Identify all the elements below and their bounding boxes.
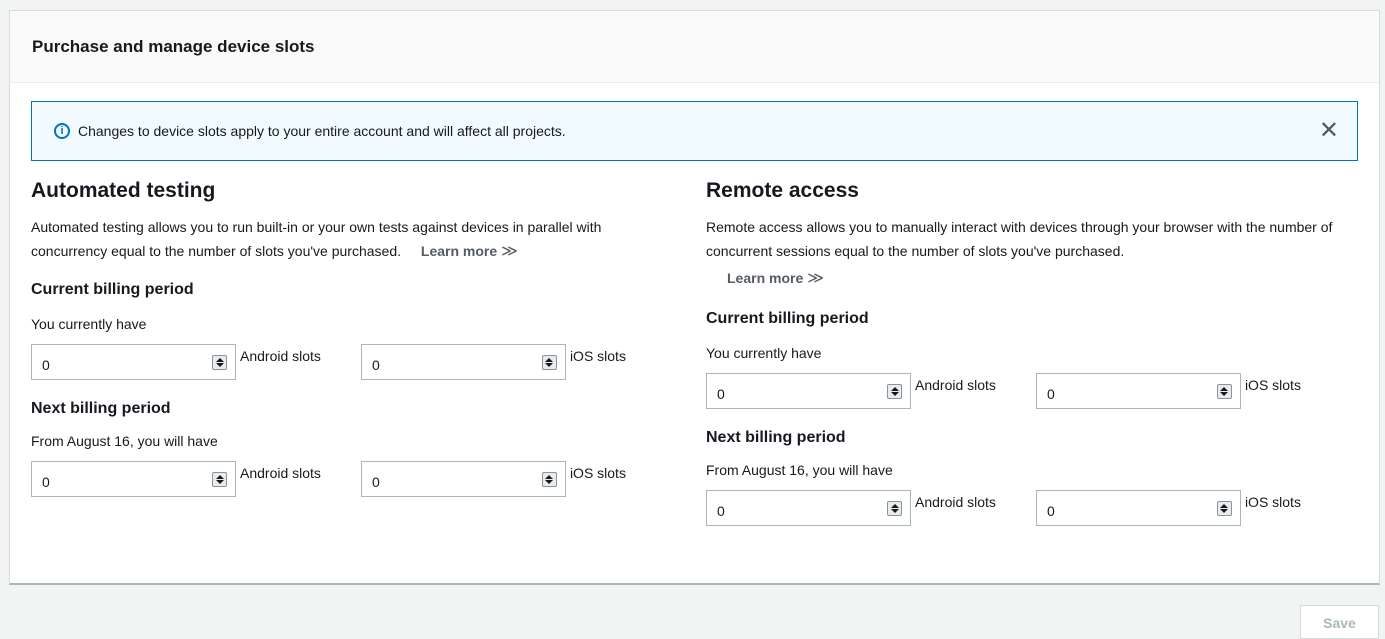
current-slots-row: 0 Android slots 0 iOS slots: [706, 373, 1346, 409]
next-billing-note: From August 16, you will have: [31, 433, 218, 449]
input-value: 0: [1046, 386, 1055, 402]
section-title: Automated testing: [31, 179, 216, 202]
learn-more-label: Learn more: [727, 270, 804, 286]
input-value: 0: [717, 386, 725, 402]
spinner-icon[interactable]: [212, 354, 227, 370]
android-slots-input[interactable]: 0: [31, 344, 236, 380]
learn-more-label: Learn more: [420, 243, 498, 259]
spinner-icon[interactable]: [1216, 383, 1232, 399]
section-description: Automated testing allows you to run buil…: [31, 215, 681, 264]
remote-access-section: Remote access Remote access allows you t…: [706, 179, 1346, 526]
description-text: Remote access allows you to manually int…: [706, 219, 1333, 259]
save-button[interactable]: Save: [1300, 605, 1379, 639]
panel-header: Purchase and manage device slots: [10, 11, 1379, 83]
panel-title: Purchase and manage device slots: [32, 37, 315, 56]
input-value: 0: [371, 474, 380, 490]
alert-text: Changes to device slots apply to your en…: [78, 123, 566, 139]
android-slots-input[interactable]: 0: [706, 373, 911, 409]
current-slots-row: 0 Android slots 0 iOS slots: [31, 344, 681, 380]
automated-testing-section: Automated testing Automated testing allo…: [31, 179, 681, 497]
ios-slots-input[interactable]: 0: [360, 461, 566, 497]
ios-slots-label: iOS slots: [569, 465, 626, 481]
spinner-icon[interactable]: [212, 471, 227, 487]
close-icon[interactable]: ✕: [1319, 119, 1339, 143]
learn-more-link[interactable]: Learn more ≫: [727, 265, 1346, 292]
current-billing-heading: Current billing period: [706, 310, 869, 327]
current-billing-note: You currently have: [706, 345, 822, 361]
next-billing-heading: Next billing period: [706, 429, 846, 446]
double-chevron-right-icon: ≫: [807, 270, 824, 287]
spinner-icon[interactable]: [541, 471, 557, 487]
spinner-icon[interactable]: [541, 354, 557, 370]
ios-slots-label: iOS slots: [1244, 494, 1301, 510]
learn-more-link[interactable]: Learn more ≫: [420, 243, 518, 260]
double-chevron-right-icon: ≫: [501, 243, 518, 260]
input-value: 0: [42, 357, 50, 373]
ios-slots-input[interactable]: 0: [1035, 490, 1241, 526]
android-slots-label: Android slots: [240, 348, 321, 364]
device-slots-panel: Purchase and manage device slots i Chang…: [9, 10, 1380, 585]
info-icon: i: [54, 123, 70, 139]
spinner-icon[interactable]: [887, 500, 902, 516]
android-slots-label: Android slots: [915, 377, 996, 393]
ios-slots-input[interactable]: 0: [360, 344, 566, 380]
next-slots-row: 0 Android slots 0 iOS slots: [706, 490, 1346, 526]
next-billing-note: From August 16, you will have: [706, 462, 893, 478]
android-slots-label: Android slots: [915, 494, 996, 510]
android-slots-input[interactable]: 0: [31, 461, 236, 497]
current-billing-note: You currently have: [31, 316, 147, 332]
ios-slots-label: iOS slots: [1244, 377, 1301, 393]
spinner-icon[interactable]: [887, 383, 902, 399]
section-title: Remote access: [706, 179, 859, 202]
android-slots-label: Android slots: [240, 465, 321, 481]
input-value: 0: [42, 474, 50, 490]
android-slots-input[interactable]: 0: [706, 490, 911, 526]
input-value: 0: [371, 357, 380, 373]
input-value: 0: [1046, 503, 1055, 519]
info-alert: i Changes to device slots apply to your …: [31, 101, 1358, 161]
ios-slots-label: iOS slots: [569, 348, 626, 364]
next-slots-row: 0 Android slots 0 iOS slots: [31, 461, 681, 497]
input-value: 0: [717, 503, 725, 519]
ios-slots-input[interactable]: 0: [1035, 373, 1241, 409]
spinner-icon[interactable]: [1216, 500, 1232, 516]
next-billing-heading: Next billing period: [31, 400, 171, 417]
current-billing-heading: Current billing period: [31, 281, 194, 298]
